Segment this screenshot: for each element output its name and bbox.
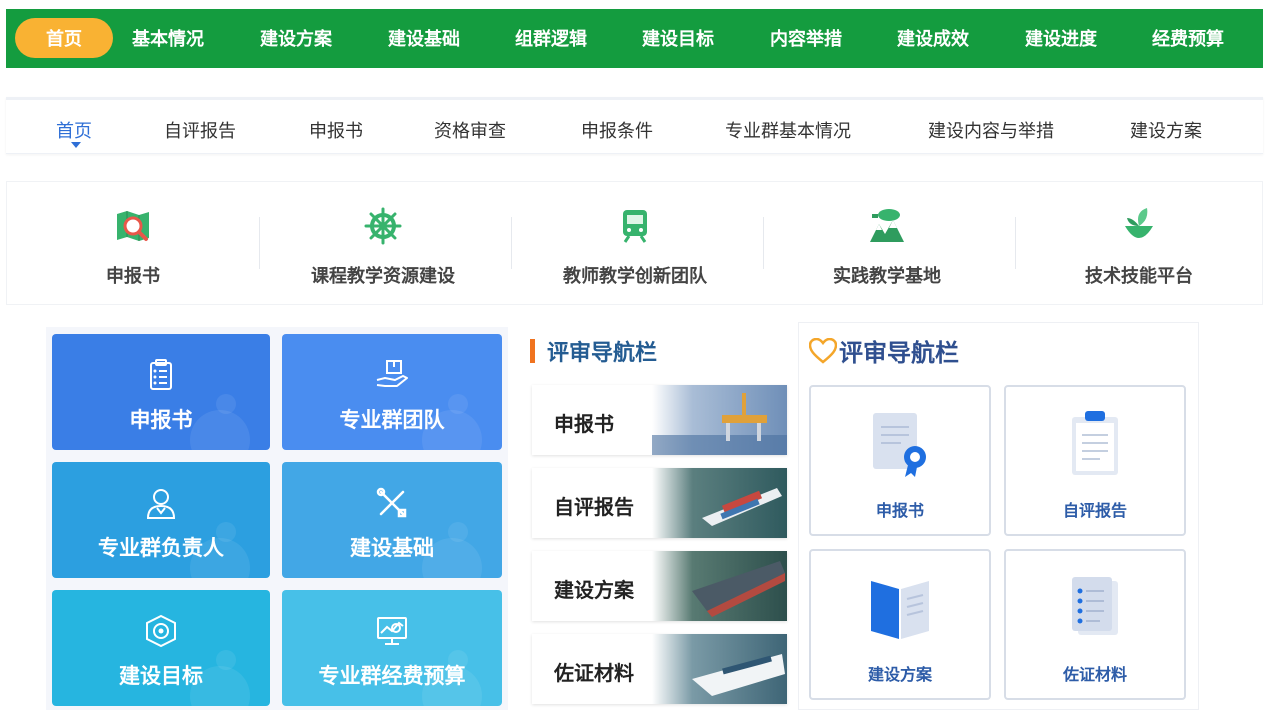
review-card-label: 建设方案 [867,665,932,684]
feature-tile-grid: 申报书 专业群团队 专业群负责人 建设基础 建设目标 专业群经费预算 [46,327,508,710]
review-card-label: 自评报告 [1062,501,1127,520]
subnav-item-group-basics[interactable]: 专业群基本情况 [725,117,851,143]
quick-link-course-resources[interactable]: 课程教学资源建设 [283,182,483,306]
top-navigation-bar: 首页 基本情况 建设方案 建设基础 组群逻辑 建设目标 内容举措 建设成效 建设… [6,9,1263,68]
tile-build-goals[interactable]: 建设目标 [52,590,270,706]
tile-build-foundation[interactable]: 建设基础 [282,462,502,578]
quick-link-label: 实践教学基地 [833,266,941,287]
target-cube-icon [146,614,176,648]
review-card-evidence[interactable]: 佐证材料 [1004,549,1186,700]
quick-link-practice-base[interactable]: 实践教学基地 [787,182,987,306]
review-row-label: 自评报告 [554,495,634,519]
review-row-label: 建设方案 [554,578,634,602]
hand-box-icon [376,360,408,387]
clipboard-icon [1072,411,1118,475]
subnav-item-content-measures[interactable]: 建设内容与举措 [928,117,1054,143]
review-row-label: 申报书 [554,412,614,436]
topnav-item-build-plan[interactable]: 建设方案 [246,18,346,58]
tile-label: 建设基础 [350,536,434,560]
topnav-item-group-logic[interactable]: 组群逻辑 [501,18,601,58]
review-nav-header: 评审导航栏 [530,335,657,367]
subnav-item-qualification[interactable]: 资格审查 [434,117,506,143]
quick-link-label: 申报书 [106,266,160,287]
clipboard-list-icon [150,359,172,390]
divider [1015,217,1016,269]
tile-label: 专业群团队 [339,408,445,432]
accent-bar [530,339,535,363]
quick-link-teacher-team[interactable]: 教师教学创新团队 [535,182,735,306]
subnav-item-home[interactable]: 首页 [56,117,92,143]
subnav-item-self-evaluation[interactable]: 自评报告 [164,117,236,143]
monitor-chart-icon [377,617,407,645]
subnav-item-application[interactable]: 申报书 [309,117,363,143]
quick-link-label: 课程教学资源建设 [311,266,455,287]
ship-wheel-icon [364,207,402,245]
review-row-build-plan[interactable]: 建设方案 [532,551,787,621]
oil-platform-image [652,385,787,455]
review-card-label: 佐证材料 [1062,665,1127,684]
tile-group-team[interactable]: 专业群团队 [282,334,502,450]
tile-label: 申报书 [129,408,193,432]
review-card-label: 申报书 [875,501,924,520]
topnav-item-build-results[interactable]: 建设成效 [883,18,983,58]
subnav-item-conditions[interactable]: 申报条件 [581,117,653,143]
tile-application[interactable]: 申报书 [52,334,270,450]
review-nav-panel-list: 评审导航栏 申报书 自评报告 建设方案 佐证材料 [524,329,789,710]
review-nav-panel-cards: 评审导航栏 申报书 自评报告 建设方案 佐证材料 [798,322,1199,710]
review-card-build-plan[interactable]: 建设方案 [809,549,991,700]
map-search-icon [117,211,149,241]
divider [511,217,512,269]
document-list-icon [1072,577,1118,635]
active-caret-icon [71,142,81,148]
review-nav-header: 评审导航栏 [809,333,959,368]
quick-link-row: 申报书 课程教学资源建设 教师教学创新团队 实践教学基地 技术技能平台 [6,181,1263,305]
tile-label: 专业群经费预算 [318,664,466,688]
review-nav-title: 评审导航栏 [839,339,959,367]
review-card-self-evaluation[interactable]: 自评报告 [1004,385,1186,536]
certificate-icon [873,413,926,477]
review-card-application[interactable]: 申报书 [809,385,991,536]
heart-icon [809,337,837,364]
subnav-item-build-plan[interactable]: 建设方案 [1130,117,1202,143]
review-row-evidence[interactable]: 佐证材料 [532,634,787,704]
review-nav-title: 评审导航栏 [547,341,658,366]
review-row-application[interactable]: 申报书 [532,385,787,455]
tile-group-budget[interactable]: 专业群经费预算 [282,590,502,706]
tools-icon [376,487,407,518]
divider [763,217,764,269]
landscape-icon [870,209,904,242]
topnav-item-build-progress[interactable]: 建设进度 [1011,18,1111,58]
topnav-item-content-measures[interactable]: 内容举措 [756,18,856,58]
tile-label: 建设目标 [119,664,203,688]
topnav-item-home[interactable]: 首页 [15,18,113,58]
topnav-item-build-goals[interactable]: 建设目标 [628,18,728,58]
tanker-ship-image [652,551,787,621]
leaf-bowl-icon [1125,208,1153,238]
review-row-self-evaluation[interactable]: 自评报告 [532,468,787,538]
quick-link-application[interactable]: 申报书 [33,182,233,306]
tile-group-leader[interactable]: 专业群负责人 [52,462,270,578]
user-icon [146,489,176,519]
container-ship-image [652,468,787,538]
quick-link-label: 教师教学创新团队 [563,266,707,287]
quick-link-label: 技术技能平台 [1085,266,1193,287]
topnav-item-budget[interactable]: 经费预算 [1138,18,1238,58]
secondary-navigation-bar: 首页 自评报告 申报书 资格审查 申报条件 专业群基本情况 建设内容与举措 建设… [6,97,1263,154]
tile-label: 专业群负责人 [98,536,224,560]
train-icon [623,210,647,243]
topnav-item-build-foundation[interactable]: 建设基础 [374,18,474,58]
divider [259,217,260,269]
quick-link-tech-platform[interactable]: 技术技能平台 [1039,182,1239,306]
open-book-icon [871,581,929,639]
ferry-ship-image [652,634,787,704]
topnav-item-basic-info[interactable]: 基本情况 [118,18,218,58]
review-row-label: 佐证材料 [554,661,634,685]
